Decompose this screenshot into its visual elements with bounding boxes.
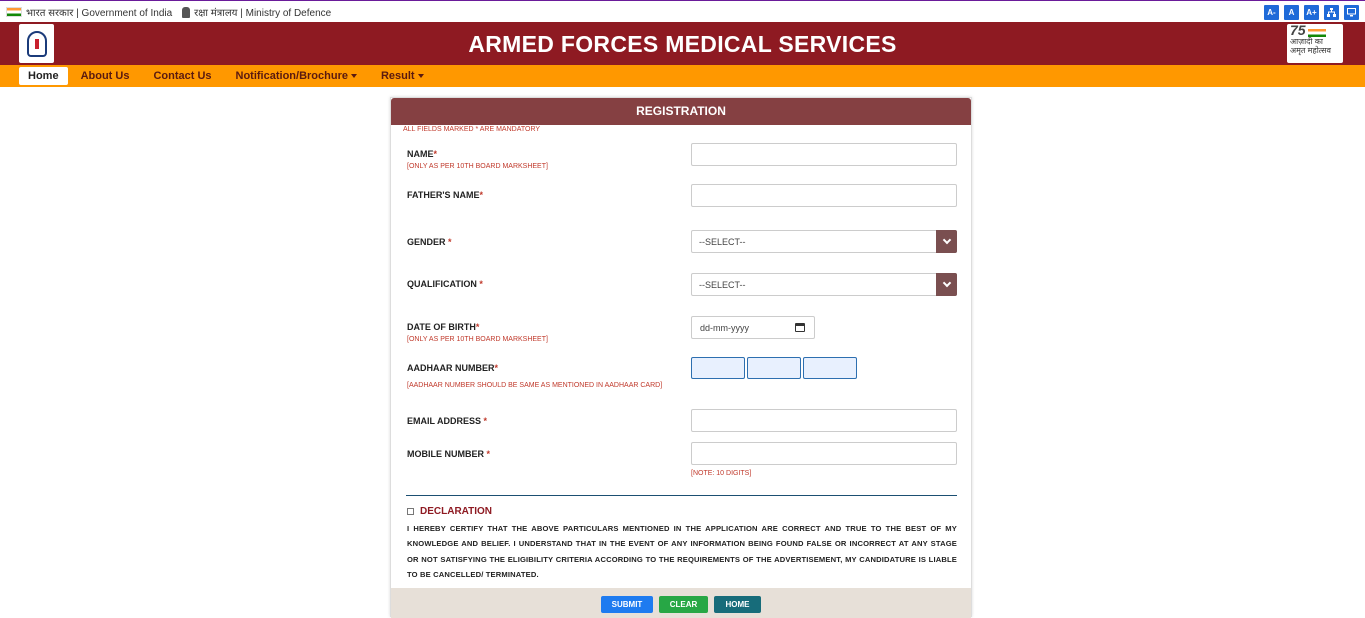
logo-number: 75 (1290, 22, 1306, 38)
nav-about-label: About Us (80, 70, 130, 82)
site-title: ARMED FORCES MEDICAL SERVICES (468, 31, 897, 57)
required-mark: * (479, 190, 483, 200)
caret-down-icon (417, 74, 424, 79)
registration-card: REGISTRATION ALL FIELDS MARKED * ARE MAN… (390, 97, 972, 618)
azadi-ka-amrit-mahotsav-logo: 75 आज़ादी का अमृत महोत्सव (1287, 22, 1343, 63)
aadhaar-part2-input[interactable] (747, 357, 801, 379)
registration-title: REGISTRATION (391, 98, 971, 125)
qualification-label-text: QUALIFICATION (407, 279, 477, 289)
dob-label-text: DATE OF BIRTH (407, 322, 476, 332)
nav-home[interactable]: Home (19, 67, 68, 85)
calendar-icon[interactable] (795, 323, 805, 332)
aadhaar-label-text: AADHAAR NUMBER (407, 363, 495, 373)
required-mark: * (479, 279, 483, 289)
qualification-dropdown-button[interactable] (936, 273, 957, 296)
nav-result-label: Result (380, 70, 415, 82)
father-name-input[interactable] (691, 184, 957, 207)
father-name-label-text: FATHER'S NAME (407, 190, 480, 200)
name-hint: [ONLY AS PER 10TH BOARD MARKSHEET] (407, 163, 548, 170)
chevron-down-icon (942, 235, 951, 245)
required-mark: * (448, 237, 452, 247)
mobile-input[interactable] (691, 442, 957, 465)
aadhaar-label: AADHAAR NUMBER* (407, 363, 498, 373)
gender-label-text: GENDER (407, 237, 446, 247)
nav-contact-us[interactable]: Contact Us (142, 67, 222, 85)
ministry-defence-link[interactable]: रक्षा मंत्रालय | Ministry of Defence (194, 5, 331, 19)
qualification-label: QUALIFICATION * (407, 279, 483, 289)
required-mark: * (475, 322, 480, 332)
email-input[interactable] (691, 409, 957, 432)
logo-line1: आज़ादी का (1290, 37, 1323, 46)
accessibility-toolbar: A- A A+ (1264, 5, 1359, 20)
name-label-text: NAME (407, 149, 434, 159)
submit-button[interactable]: SUBMIT (601, 596, 653, 613)
declaration-title: DECLARATION (420, 506, 493, 517)
required-mark: * (486, 449, 491, 459)
sitemap-icon[interactable] (1324, 5, 1339, 20)
aadhaar-hint: [AADHAAR NUMBER SHOULD BE SAME AS MENTIO… (407, 382, 663, 389)
font-decrease-button[interactable]: A- (1264, 5, 1279, 20)
national-emblem-icon (182, 6, 191, 18)
nav-about-us[interactable]: About Us (70, 67, 141, 85)
nav-result[interactable]: Result (370, 67, 435, 85)
mobile-label: MOBILE NUMBER * (407, 449, 490, 459)
aadhaar-part1-input[interactable] (691, 357, 745, 379)
required-mark: * (433, 149, 438, 159)
gov-links: भारत सरकार | Government of India रक्षा म… (6, 5, 331, 19)
home-button[interactable]: HOME (714, 596, 761, 613)
main-nav: Home About Us Contact Us Notification/Br… (0, 65, 1365, 87)
gender-select-value: --SELECT-- (699, 237, 746, 247)
qualification-select-value: --SELECT-- (699, 280, 746, 290)
gender-dropdown-button[interactable] (936, 230, 957, 253)
dob-date-input[interactable]: dd-mm-yyyy (691, 316, 815, 339)
mobile-label-text: MOBILE NUMBER (407, 449, 484, 459)
dob-hint: [ONLY AS PER 10TH BOARD MARKSHEET] (407, 336, 548, 343)
caret-down-icon (350, 74, 357, 79)
screen-reader-icon[interactable] (1344, 5, 1359, 20)
name-label: NAME* (407, 149, 437, 159)
chevron-down-icon (942, 278, 951, 288)
font-increase-button[interactable]: A+ (1304, 5, 1319, 20)
gov-india-link[interactable]: भारत सरकार | Government of India (26, 5, 172, 19)
clear-button[interactable]: CLEAR (659, 596, 708, 613)
declaration-text: I HEREBY CERTIFY THAT THE ABOVE PARTICUL… (407, 524, 957, 579)
required-mark: * (483, 416, 488, 426)
dob-placeholder: dd-mm-yyyy (700, 323, 749, 333)
declaration-checkbox[interactable] (407, 508, 414, 515)
logo-line2: अमृत महोत्सव (1290, 46, 1331, 55)
email-label: EMAIL ADDRESS * (407, 416, 487, 426)
mobile-note: [NOTE: 10 DIGITS] (691, 470, 752, 477)
required-mark: * (494, 363, 499, 373)
nav-notification-brochure[interactable]: Notification/Brochure (225, 67, 368, 85)
aadhaar-part3-input[interactable] (803, 357, 857, 379)
dob-label: DATE OF BIRTH* (407, 322, 479, 332)
name-input[interactable] (691, 143, 957, 166)
nav-home-label: Home (28, 70, 59, 82)
site-header: ARMED FORCES MEDICAL SERVICES 75 आज़ादी … (0, 22, 1365, 65)
section-divider (406, 495, 957, 496)
gender-label: GENDER * (407, 237, 452, 247)
mandatory-note: ALL FIELDS MARKED * ARE MANDATORY (403, 126, 541, 133)
font-normal-button[interactable]: A (1284, 5, 1299, 20)
email-label-text: EMAIL ADDRESS (407, 416, 482, 426)
qualification-select[interactable]: --SELECT-- (691, 273, 957, 296)
nav-notification-label: Notification/Brochure (235, 70, 348, 82)
declaration-heading: DECLARATION (407, 506, 492, 517)
india-flag-icon (6, 7, 22, 17)
father-name-label: FATHER'S NAME* (407, 190, 483, 200)
nav-contact-label: Contact Us (153, 70, 212, 82)
gender-select[interactable]: --SELECT-- (691, 230, 957, 253)
gov-strip: भारत सरकार | Government of India रक्षा म… (0, 0, 1365, 22)
tricolor-icon (1307, 28, 1326, 37)
